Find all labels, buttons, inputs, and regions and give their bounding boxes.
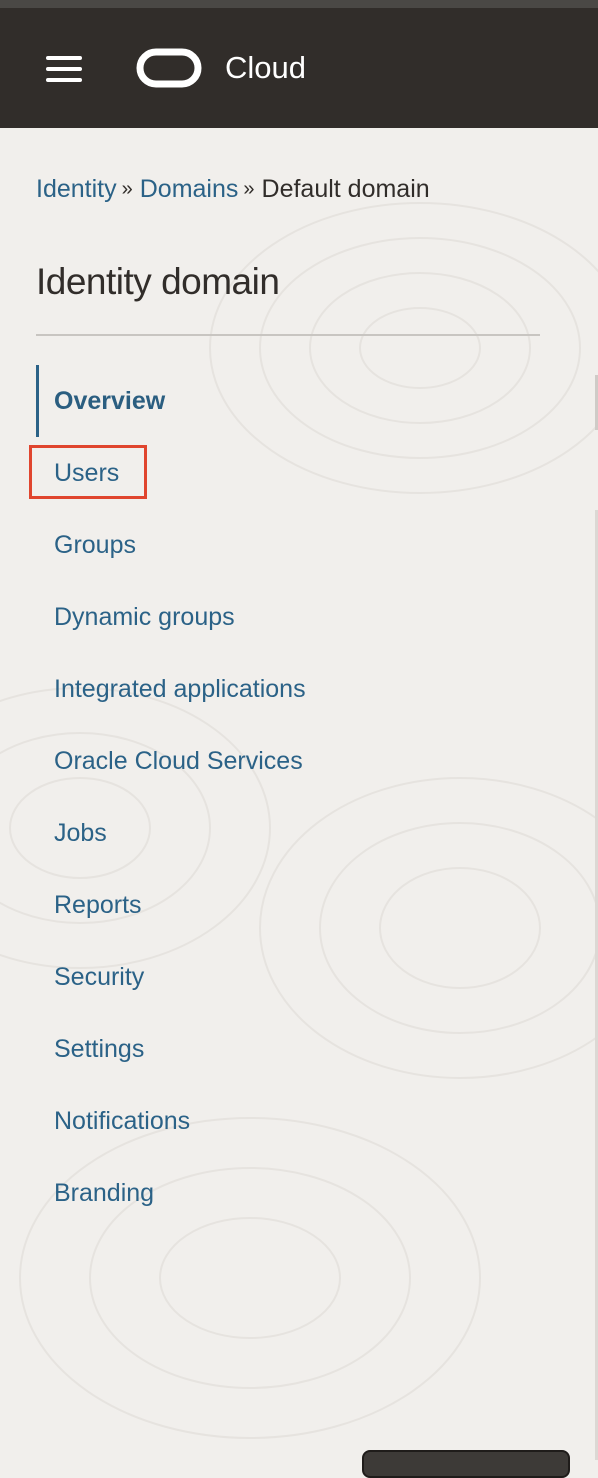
nav-item-branding[interactable]: Branding [36,1157,556,1229]
breadcrumb-separator: » [121,178,133,200]
breadcrumb-link-domains[interactable]: Domains [140,175,239,203]
nav-item-label: Overview [54,387,166,415]
nav-item-security[interactable]: Security [36,941,556,1013]
nav-item-dynamic-groups[interactable]: Dynamic groups [36,581,556,653]
nav-item-jobs[interactable]: Jobs [36,797,556,869]
window-top-edge [0,0,598,8]
nav-item-label: Security [54,963,145,991]
nav-item-label: Dynamic groups [54,603,235,631]
nav-item-label: Reports [54,891,142,919]
nav-item-overview[interactable]: Overview [36,365,556,437]
nav-item-label: Branding [54,1179,155,1207]
nav-item-reports[interactable]: Reports [36,869,556,941]
nav-item-notifications[interactable]: Notifications [36,1085,556,1157]
nav-item-label: Settings [54,1035,145,1063]
nav-item-label: Integrated applications [54,675,306,703]
hamburger-menu-icon[interactable] [46,56,82,82]
nav-item-label: Notifications [54,1107,191,1135]
nav-item-integrated-applications[interactable]: Integrated applications [36,653,556,725]
page-title: Identity domain [36,261,280,302]
nav-item-label: Groups [54,531,136,559]
brand-name[interactable]: Cloud [225,48,306,88]
nav-item-label: Oracle Cloud Services [54,747,303,775]
nav-item-settings[interactable]: Settings [36,1013,556,1085]
breadcrumb-current: Default domain [261,175,430,203]
action-button[interactable] [362,1450,570,1478]
breadcrumb-separator: » [243,178,255,200]
nav-item-label: Users [54,459,120,487]
app-header: Cloud [0,8,598,128]
breadcrumb: Identity» Domains» Default domain [36,172,430,208]
oracle-logo-icon[interactable] [136,48,202,88]
nav-item-label: Jobs [54,819,107,847]
nav-item-oracle-cloud-services[interactable]: Oracle Cloud Services [36,725,556,797]
nav-item-users[interactable]: Users [29,437,556,509]
title-divider [36,334,540,336]
domain-nav-menu: Overview Users Groups Dynamic groups Int… [29,365,556,1229]
nav-item-groups[interactable]: Groups [36,509,556,581]
breadcrumb-link-identity[interactable]: Identity [36,175,117,203]
